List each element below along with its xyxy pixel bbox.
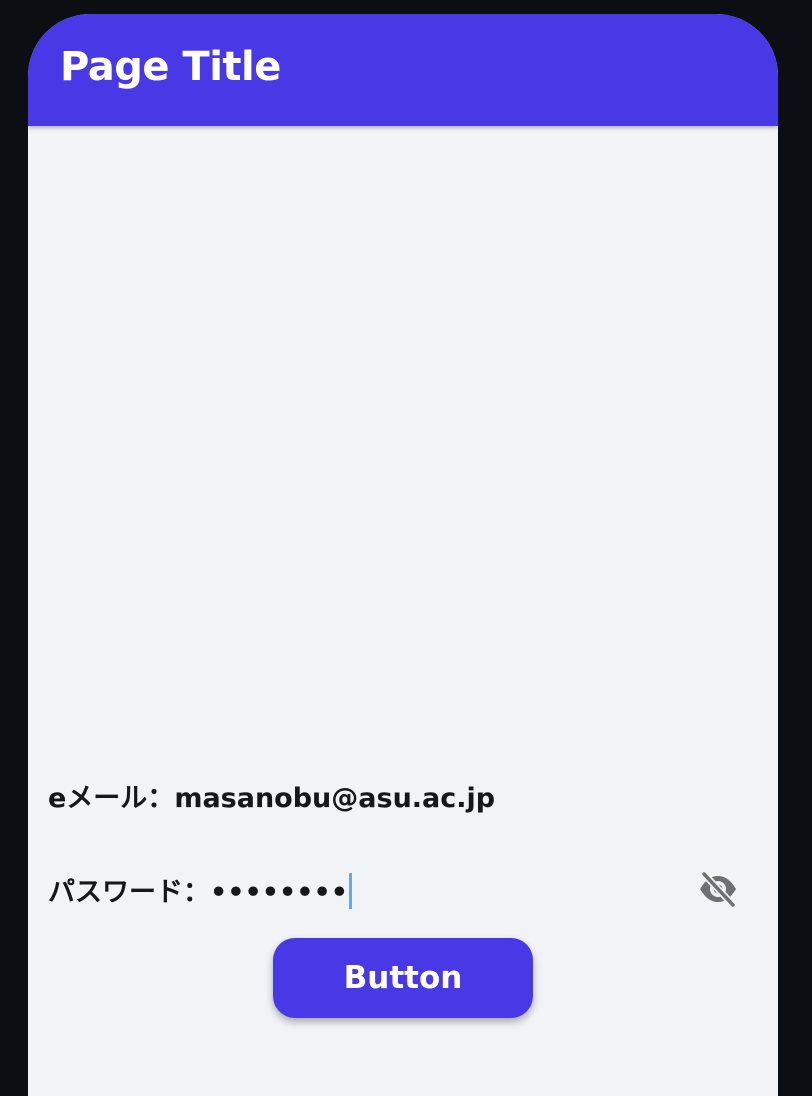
email-field[interactable]: eメール：masanobu@asu.ac.jp	[48, 776, 758, 815]
email-value[interactable]: masanobu@asu.ac.jp	[174, 783, 495, 814]
eye-off-icon[interactable]	[698, 870, 738, 909]
password-field[interactable]: パスワード：••••••••	[48, 870, 758, 912]
text-cursor	[349, 872, 353, 909]
password-label: パスワード：	[48, 877, 210, 908]
page-title: Page Title	[60, 44, 281, 90]
email-label: eメール：	[48, 783, 175, 814]
password-value[interactable]: ••••••••	[210, 877, 348, 908]
phone-screen: Page Title eメール：masanobu@asu.ac.jp パスワード…	[28, 14, 778, 1096]
primary-button[interactable]: Button	[273, 938, 533, 1018]
app-bar: Page Title	[28, 14, 778, 126]
